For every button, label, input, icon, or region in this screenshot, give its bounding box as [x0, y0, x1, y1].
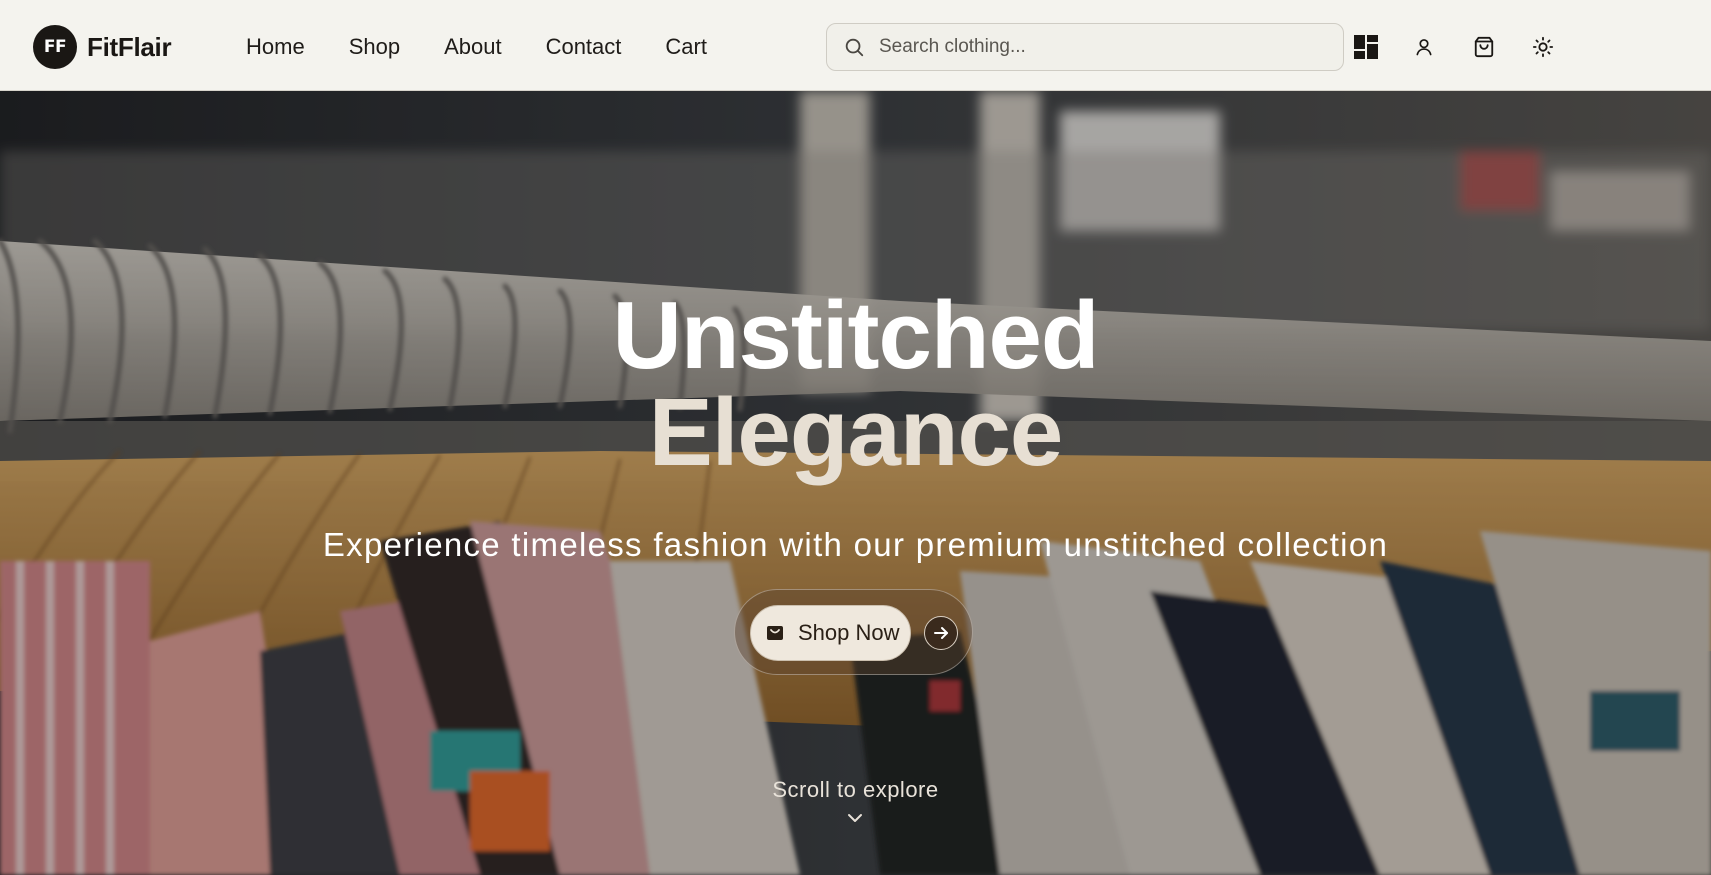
theme-toggle-button[interactable]	[1521, 25, 1565, 69]
search-input[interactable]	[879, 36, 1319, 58]
nav-shop[interactable]: Shop	[349, 33, 400, 61]
chevron-down-icon[interactable]	[846, 811, 864, 825]
main-nav: Home Shop About Contact Cart	[246, 33, 751, 61]
shop-now-button[interactable]: Shop Now	[750, 605, 911, 661]
nav-about[interactable]: About	[444, 33, 502, 61]
brand-name: FitFlair	[87, 31, 172, 62]
account-button[interactable]	[1402, 25, 1446, 69]
user-icon	[1414, 37, 1434, 57]
hero-content: Unstitched Elegance Experience timeless …	[0, 91, 1711, 875]
hero-section: Unstitched Elegance Experience timeless …	[0, 91, 1711, 875]
shopping-bag-icon	[765, 623, 785, 643]
arrow-right-icon	[931, 623, 951, 643]
hero-title-line2: Elegance	[648, 379, 1064, 486]
brand-logo-link[interactable]: FF FitFlair	[33, 25, 172, 69]
dashboard-button[interactable]	[1344, 25, 1388, 69]
search-bar	[826, 23, 1344, 71]
arrow-right-button[interactable]	[924, 616, 958, 650]
scroll-hint: Scroll to explore	[772, 777, 939, 802]
shopping-bag-icon	[1473, 36, 1495, 58]
cart-button[interactable]	[1462, 25, 1506, 69]
nav-contact[interactable]: Contact	[546, 33, 622, 61]
hero-title-line1: Unstitched	[612, 282, 1099, 389]
search-icon	[843, 36, 865, 58]
nav-cart[interactable]: Cart	[665, 33, 707, 61]
dashboard-icon	[1353, 34, 1379, 60]
sun-icon	[1532, 36, 1554, 58]
site-header: FF FitFlair Home Shop About Contact Cart	[0, 3, 1711, 91]
nav-home[interactable]: Home	[246, 33, 305, 61]
cta-group: Shop Now	[734, 589, 973, 675]
hero-subtitle: Experience timeless fashion with our pre…	[322, 526, 1389, 563]
shop-now-label: Shop Now	[798, 620, 900, 645]
brand-mark: FF	[33, 25, 77, 69]
